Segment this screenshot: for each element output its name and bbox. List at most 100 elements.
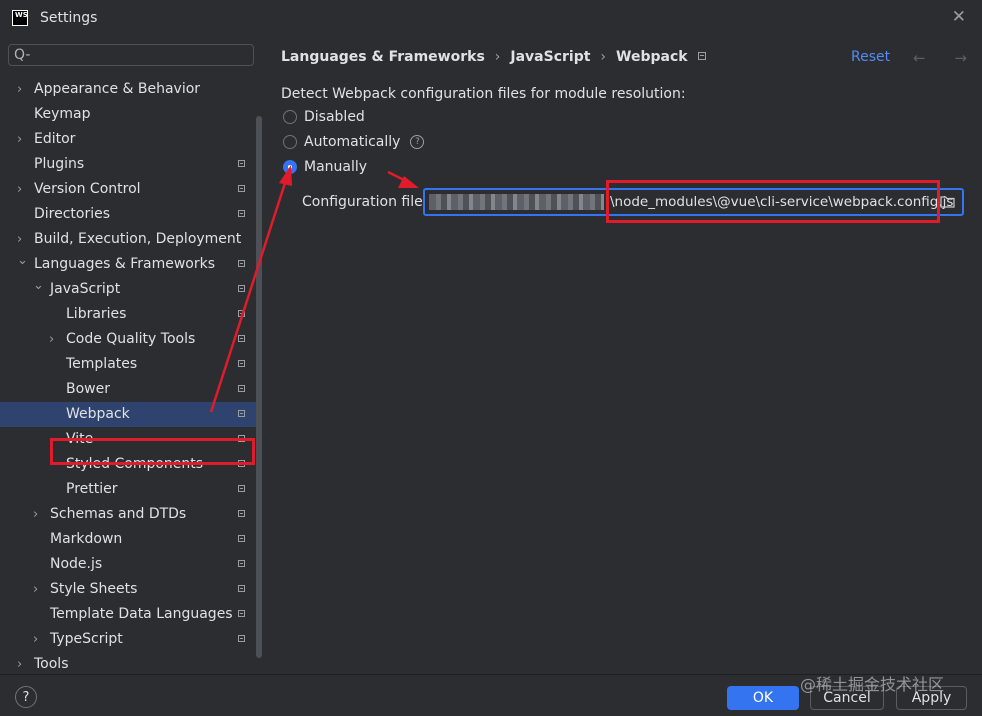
sidebar-item-styled-components[interactable]: Styled Components [0,452,256,477]
chevron-right-icon[interactable]: › [17,177,22,202]
chevron-down-icon[interactable]: ⌄ [33,273,44,298]
sidebar-item-libraries[interactable]: Libraries [0,302,256,327]
sidebar-item-label: Libraries [66,306,127,322]
webstorm-logo-icon: WS [12,10,28,26]
project-scope-icon [238,260,245,267]
project-scope-icon [238,610,245,617]
sidebar-item-directories[interactable]: Directories [0,202,256,227]
project-scope-icon [238,635,245,642]
sidebar-item-label: Keymap [34,106,91,122]
help-icon[interactable]: ? [410,135,425,149]
back-forward-arrows-icon[interactable]: ← → [913,49,979,67]
sidebar-item-label: Webpack [66,406,130,422]
settings-sidebar: Q- › Appearance & Behavior Keymap › Editor Pl… [0,36,264,674]
option-disabled[interactable]: Disabled [283,107,365,127]
sidebar-item-label: Template Data Languages [50,606,233,622]
configuration-file-input[interactable]: \node_modules\@vue\cli-service\webpack.c… [423,188,964,216]
chevron-right-icon[interactable]: › [17,127,22,152]
sidebar-item-templates[interactable]: Templates [0,352,256,377]
sidebar-item-label: Prettier [66,481,118,497]
option-manually-label: Manually [304,159,368,175]
radio-automatically[interactable] [283,135,297,149]
sidebar-item-appearance-behavior[interactable]: › Appearance & Behavior [0,77,256,102]
radio-manually[interactable] [283,160,297,174]
window-title: Settings [40,10,98,26]
project-scope-icon [238,410,245,417]
project-scope-icon [238,385,245,392]
radio-disabled[interactable] [283,110,297,124]
sidebar-item-prettier[interactable]: Prettier [0,477,256,502]
chevron-right-icon[interactable]: › [49,327,54,352]
sidebar-item-label: Markdown [50,531,123,547]
option-manually[interactable]: Manually [283,157,367,177]
close-icon[interactable]: ✕ [952,7,966,27]
configuration-file-value: \node_modules\@vue\cli-service\webpack.c… [610,194,954,210]
chevron-right-icon[interactable]: › [33,627,38,652]
sidebar-item-label: Languages & Frameworks [34,256,215,272]
sidebar-item-vite[interactable]: Vite [0,427,256,452]
sidebar-item-webpack[interactable]: Webpack [0,402,256,427]
sidebar-item-bower[interactable]: Bower [0,377,256,402]
sidebar-item-label: Code Quality Tools [66,331,196,347]
project-scope-icon [238,585,245,592]
project-scope-icon [238,210,245,217]
sidebar-item-javascript[interactable]: ⌄ JavaScript [0,277,256,302]
breadcrumb-item[interactable]: Languages & Frameworks [281,49,485,65]
sidebar-item-label: Plugins [34,156,85,172]
folder-icon[interactable] [940,195,955,208]
sidebar-item-version-control[interactable]: › Version Control [0,177,256,202]
sidebar-item-label: Vite [66,431,94,447]
chevron-right-icon[interactable]: › [33,502,38,527]
sidebar-item-schemas-and-dtds[interactable]: › Schemas and DTDs [0,502,256,527]
breadcrumb-item: Webpack [616,49,688,65]
chevron-right-icon[interactable]: › [33,577,38,602]
sidebar-item-label: Editor [34,131,76,147]
project-scope-icon [238,185,245,192]
sidebar-item-label: Styled Components [66,456,204,472]
ok-button[interactable]: OK [727,686,799,710]
sidebar-item-editor[interactable]: › Editor [0,127,256,152]
sidebar-item-label: Schemas and DTDs [50,506,187,522]
search-input[interactable]: Q- [8,44,254,66]
sidebar-item-label: Bower [66,381,110,397]
sidebar-item-keymap[interactable]: Keymap [0,102,256,127]
option-disabled-label: Disabled [304,109,365,125]
sidebar-item-node-js[interactable]: Node.js [0,552,256,577]
chevron-down-icon[interactable]: ⌄ [17,248,28,273]
project-scope-icon [238,510,245,517]
title-bar: WS Settings ✕ [0,0,982,36]
sidebar-item-typescript[interactable]: › TypeScript [0,627,256,652]
sidebar-item-label: Build, Execution, Deployment [34,231,242,247]
pixelated-path-prefix [429,194,604,210]
sidebar-item-build-execution-deployment[interactable]: › Build, Execution, Deployment [0,227,256,252]
sidebar-item-markdown[interactable]: Markdown [0,527,256,552]
chevron-right-icon: › [600,49,607,65]
project-scope-icon [238,310,245,317]
sidebar-item-style-sheets[interactable]: › Style Sheets [0,577,256,602]
reset-link[interactable]: Reset [851,49,890,65]
project-scope-icon [238,485,245,492]
sidebar-item-label: Version Control [34,181,141,197]
watermark: @稀土掘金技术社区 [800,675,945,694]
sidebar-item-label: Templates [66,356,138,372]
chevron-right-icon[interactable]: › [17,77,22,102]
breadcrumb-item[interactable]: JavaScript [510,49,590,65]
project-scope-icon [238,435,245,442]
project-scope-icon [697,52,706,60]
sidebar-item-label: JavaScript [50,281,121,297]
sidebar-item-template-data-languages[interactable]: Template Data Languages [0,602,256,627]
sidebar-item-plugins[interactable]: Plugins [0,152,256,177]
project-scope-icon [238,285,245,292]
option-automatically[interactable]: Automatically ? [283,132,425,152]
help-button[interactable]: ? [15,686,37,708]
search-icon: Q- [14,47,31,63]
sidebar-scrollbar[interactable] [256,116,262,658]
settings-content: Languages & Frameworks › JavaScript › Webpac… [264,36,982,674]
settings-tree: › Appearance & Behavior Keymap › Editor Plugi… [0,77,256,677]
configuration-file-label: Configuration file: [302,194,428,210]
project-scope-icon [238,160,245,167]
sidebar-item-code-quality-tools[interactable]: › Code Quality Tools [0,327,256,352]
option-automatically-label: Automatically [304,134,401,150]
sidebar-item-label: Appearance & Behavior [34,81,201,97]
project-scope-icon [238,560,245,567]
